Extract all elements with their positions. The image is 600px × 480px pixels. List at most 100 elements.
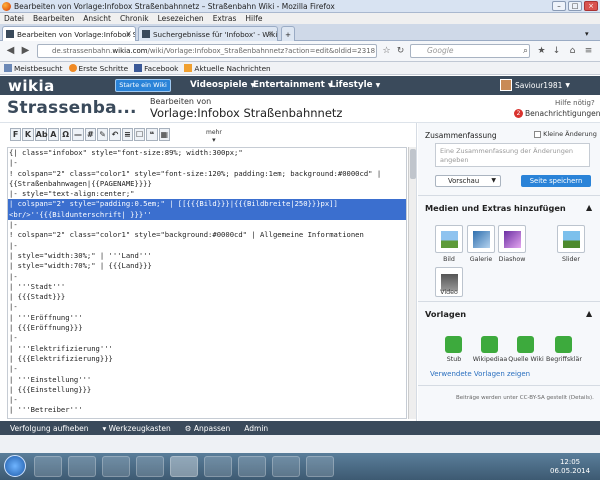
used-templates-link[interactable]: Verwendete Vorlagen zeigen <box>430 370 530 378</box>
gallery-icon <box>473 231 490 248</box>
wikia-logo[interactable]: wikia <box>8 77 55 95</box>
add-slideshow-button[interactable] <box>498 225 526 253</box>
start-button[interactable] <box>4 455 26 477</box>
menu-bearbeiten[interactable]: Bearbeiten <box>33 14 74 23</box>
taskbar-1und1-icon[interactable] <box>204 456 232 477</box>
editor-toolbar-button[interactable]: — <box>72 128 84 141</box>
collapse-icon[interactable]: ▲ <box>586 203 592 212</box>
editor-toolbar-button[interactable]: ✎ <box>96 128 109 141</box>
unfollow-link[interactable]: Verfolgung aufheben <box>10 424 88 433</box>
template-begriff-button[interactable] <box>550 331 578 359</box>
add-image-button[interactable] <box>435 225 463 253</box>
menu-lesezeichen[interactable]: Lesezeichen <box>158 14 204 23</box>
editor-toolbar-button[interactable]: ❝ <box>146 128 158 141</box>
bookmark-star-icon[interactable]: ☆ <box>380 44 393 58</box>
maximize-button[interactable]: □ <box>568 1 582 11</box>
editor-toolbar-button[interactable]: ▦ <box>158 128 170 141</box>
user-menu[interactable]: Saviour1981 ▼ <box>500 79 570 91</box>
close-tab-icon[interactable]: × <box>267 29 274 38</box>
help-link[interactable]: Hilfe nötig? <box>555 99 595 107</box>
tab-search-results[interactable]: Suchergebnisse für 'Infobox' - Wikia ...… <box>138 26 278 41</box>
template-wikipedia-button[interactable] <box>476 331 504 359</box>
url-bar[interactable]: de.strassenbahn.wikia.com/wiki/Vorlage:I… <box>37 44 377 58</box>
bookmarks-toolbar: Meistbesucht Erste Schritte Facebook Akt… <box>0 62 600 75</box>
more-label: mehr <box>206 129 222 136</box>
new-tab-button[interactable]: + <box>281 26 295 41</box>
home-icon[interactable]: ⌂ <box>566 44 579 58</box>
editor-toolbar-button[interactable]: # <box>84 128 96 141</box>
editor-toolbar-button[interactable]: ≡ <box>121 128 133 141</box>
bookmark-meistbesucht[interactable]: Meistbesucht <box>4 64 63 73</box>
editor-toolbar-button[interactable]: Ab <box>34 128 48 141</box>
navigation-bar: ◀ ▶ de.strassenbahn.wikia.com/wiki/Vorla… <box>0 41 600 62</box>
tab-edit-page[interactable]: Bearbeiten von Vorlage:Infobox Straß... … <box>2 26 136 41</box>
editor-toolbar-button[interactable]: K <box>22 128 34 141</box>
system-clock[interactable]: 12:05 06.05.2014 <box>550 458 590 476</box>
window-title-bar: Bearbeiten von Vorlage:Infobox Straßenba… <box>0 0 600 13</box>
forward-icon[interactable]: ▶ <box>19 44 32 58</box>
minor-edit-checkbox[interactable]: Kleine Änderung <box>534 130 597 138</box>
search-icon[interactable]: ⌕ <box>519 44 532 58</box>
taskbar-pdf-icon[interactable] <box>238 456 266 477</box>
menu-hilfe[interactable]: Hilfe <box>245 14 262 23</box>
menu-icon[interactable]: ≡ <box>582 44 595 58</box>
taskbar-explorer-icon[interactable] <box>34 456 62 477</box>
bookmark-erste-schritte[interactable]: Erste Schritte <box>68 64 128 73</box>
summary-input[interactable]: Eine Zusammenfassung der Änderungen ange… <box>435 143 590 167</box>
taskbar-firefox-icon[interactable] <box>170 456 198 477</box>
toolbox-link[interactable]: ▾ Werkzeugkasten <box>102 424 170 433</box>
close-window-button[interactable]: × <box>584 1 598 11</box>
close-tab-icon[interactable]: × <box>125 29 132 38</box>
menu-datei[interactable]: Datei <box>4 14 24 23</box>
template-label: Begriffsklär <box>546 356 582 363</box>
editor-toolbar-button[interactable]: ↶ <box>109 128 121 141</box>
taskbar-ie-icon[interactable] <box>136 456 164 477</box>
taskbar-skype-icon[interactable] <box>272 456 300 477</box>
taskbar-app-icon[interactable] <box>306 456 334 477</box>
nav-videospiele[interactable]: Videospiele ▼ <box>190 80 255 90</box>
more-button[interactable]: mehr ▾ <box>206 129 222 144</box>
bookmark-facebook[interactable]: Facebook <box>134 64 178 73</box>
facebook-icon <box>134 64 143 72</box>
customize-link[interactable]: ⚙ Anpassen <box>185 424 231 433</box>
save-page-button[interactable]: Seite speichern <box>521 175 591 187</box>
wiki-name[interactable]: Strassenba... <box>7 98 137 118</box>
wikitext-textarea[interactable]: {| class="infobox" style="font-size:89%;… <box>7 147 407 419</box>
editor-toolbar-button[interactable]: ☐ <box>133 128 146 141</box>
wikia-bottom-toolbar: Verfolgung aufheben ▾ Werkzeugkasten ⚙ A… <box>0 421 600 435</box>
template-quelle-button[interactable] <box>512 331 540 359</box>
start-wiki-button[interactable]: Starte ein Wiki <box>115 79 171 92</box>
menu-ansicht[interactable]: Ansicht <box>83 14 111 23</box>
firefox-logo-icon <box>2 1 11 11</box>
taskbar-folder-icon[interactable] <box>102 456 130 477</box>
add-gallery-button[interactable] <box>467 225 495 253</box>
bookmarks-icon[interactable]: ★ <box>535 44 548 58</box>
nav-entertainment[interactable]: Entertainment ▼ <box>253 80 332 90</box>
url-path: /wiki/Vorlage:Infobox_Straßenbahnnetz?ac… <box>147 47 376 55</box>
editor-scrollbar[interactable] <box>408 147 416 419</box>
template-stub-button[interactable] <box>440 331 468 359</box>
preview-button[interactable]: Vorschau ▼ <box>435 175 501 187</box>
back-icon[interactable]: ◀ <box>4 44 17 58</box>
bookmark-aktuelle-nachrichten[interactable]: Aktuelle Nachrichten <box>184 64 271 73</box>
scrollbar-thumb[interactable] <box>410 149 416 179</box>
minimize-button[interactable]: – <box>552 1 566 11</box>
username: Saviour1981 <box>515 80 563 90</box>
menu-chronik[interactable]: Chronik <box>120 14 149 23</box>
puzzle-icon <box>445 336 462 353</box>
taskbar-media-icon[interactable] <box>68 456 96 477</box>
reload-icon[interactable]: ↻ <box>394 44 407 58</box>
menu-extras[interactable]: Extras <box>213 14 237 23</box>
editor-toolbar-button[interactable]: F <box>10 128 22 141</box>
notifications-link[interactable]: 2 Benachrichtigungen <box>514 109 600 118</box>
editor-toolbar-button[interactable]: A <box>47 128 59 141</box>
add-slider-button[interactable] <box>557 225 585 253</box>
collapse-icon[interactable]: ▲ <box>586 309 592 318</box>
tab-list-icon[interactable]: ▾ <box>582 26 596 41</box>
download-icon[interactable]: ↓ <box>550 44 563 58</box>
nav-lifestyle[interactable]: Lifestyle ▼ <box>330 80 380 90</box>
search-input[interactable]: Google <box>410 44 530 58</box>
editor-toolbar-button[interactable]: Ω <box>59 128 72 141</box>
code-line: |- <box>9 395 18 405</box>
admin-link[interactable]: Admin <box>244 424 268 433</box>
